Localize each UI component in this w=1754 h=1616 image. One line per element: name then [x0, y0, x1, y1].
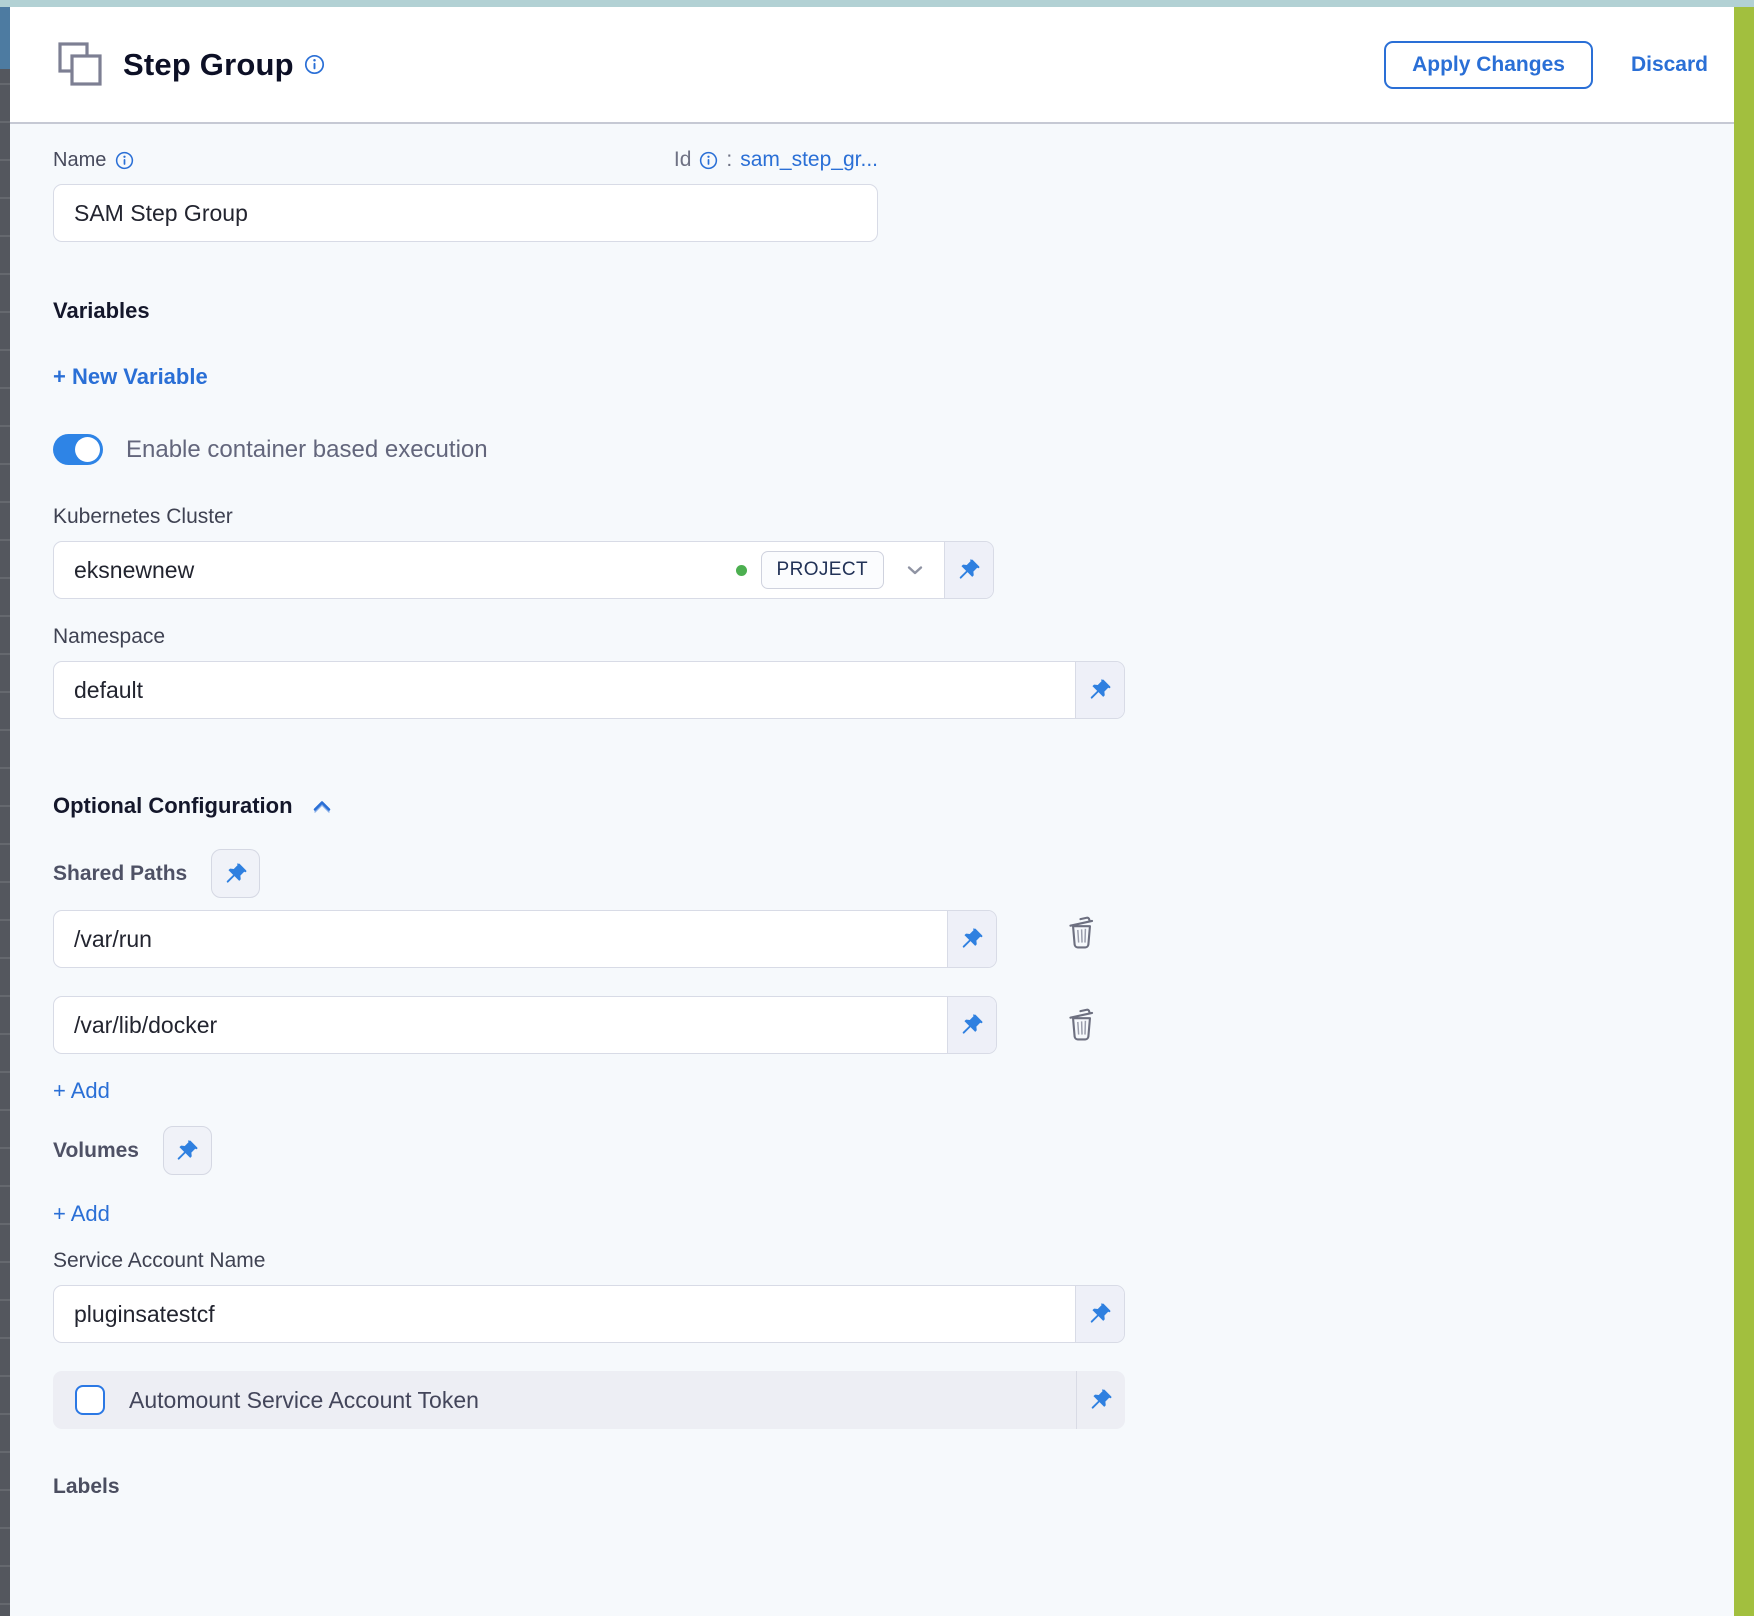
pushpin-icon: [1088, 1302, 1112, 1326]
service-account-input[interactable]: [54, 1286, 1075, 1342]
namespace-input[interactable]: [54, 662, 1075, 718]
shared-path-1-pin-button[interactable]: [947, 911, 996, 967]
trash-icon: [1065, 913, 1098, 951]
labels-section-label: Labels: [53, 1475, 1734, 1499]
left-edge-accent: [0, 7, 10, 69]
variables-section-title: Variables: [53, 298, 1734, 324]
right-edge-minimap: [1734, 7, 1754, 1616]
pushpin-icon: [960, 1013, 984, 1037]
name-label: Name: [53, 149, 106, 172]
kubernetes-cluster-label: Kubernetes Cluster: [53, 505, 1734, 529]
name-id-row: Name Id : sam_step_gr...: [53, 148, 878, 172]
id-info-icon[interactable]: [699, 151, 718, 170]
service-account-field-group: [53, 1285, 1125, 1343]
id-display: Id : sam_step_gr...: [674, 148, 878, 172]
toggle-knob: [75, 437, 100, 462]
automount-label: Automount Service Account Token: [129, 1387, 479, 1414]
chevron-down-icon: [904, 559, 926, 581]
container-execution-row: Enable container based execution: [53, 434, 1734, 465]
volumes-label: Volumes: [53, 1139, 139, 1163]
automount-row: Automount Service Account Token: [53, 1371, 1125, 1429]
shared-path-row: [53, 996, 1734, 1054]
discard-button[interactable]: Discard: [1631, 53, 1708, 77]
namespace-pin-button[interactable]: [1075, 662, 1124, 718]
connector-status-dot: [736, 565, 747, 576]
title-info-icon[interactable]: [304, 54, 325, 75]
service-account-pin-button[interactable]: [1075, 1286, 1124, 1342]
name-field-group: [53, 184, 878, 242]
pushpin-icon: [175, 1139, 199, 1163]
optional-configuration-title: Optional Configuration: [53, 793, 293, 819]
volumes-pin-button[interactable]: [163, 1126, 212, 1175]
apply-changes-button[interactable]: Apply Changes: [1384, 41, 1593, 89]
trash-icon: [1065, 1005, 1098, 1043]
shared-path-1-delete-button[interactable]: [1061, 909, 1102, 958]
namespace-label: Namespace: [53, 625, 1734, 649]
shared-paths-pin-button[interactable]: [211, 849, 260, 898]
id-label: Id: [674, 148, 692, 172]
top-accent-bar: [0, 0, 1754, 7]
id-separator: :: [726, 148, 732, 172]
scope-badge: PROJECT: [761, 551, 884, 589]
shared-path-2-pin-button[interactable]: [947, 997, 996, 1053]
name-input[interactable]: [54, 185, 877, 241]
new-variable-link[interactable]: + New Variable: [53, 364, 208, 390]
volumes-add-link[interactable]: + Add: [53, 1201, 110, 1227]
kubernetes-cluster-input[interactable]: [54, 542, 736, 598]
shared-path-field-group: [53, 996, 997, 1054]
pushpin-icon: [1089, 1388, 1113, 1412]
id-value-link[interactable]: sam_step_gr...: [740, 148, 878, 172]
automount-checkbox[interactable]: [75, 1385, 105, 1415]
shared-path-input-1[interactable]: [54, 911, 947, 967]
shared-path-2-delete-button[interactable]: [1061, 1001, 1102, 1050]
shared-paths-add-link[interactable]: + Add: [53, 1078, 110, 1104]
left-edge-gutter: [0, 7, 10, 1616]
service-account-label: Service Account Name: [53, 1249, 1734, 1273]
optional-configuration-header: Optional Configuration: [53, 793, 1734, 819]
page-title: Step Group: [123, 47, 294, 83]
container-execution-toggle[interactable]: [53, 434, 103, 465]
cluster-pin-button[interactable]: [944, 542, 993, 598]
namespace-field-group: [53, 661, 1125, 719]
pushpin-icon: [224, 862, 248, 886]
cluster-dropdown-chevron[interactable]: [898, 555, 932, 585]
volumes-header: Volumes: [53, 1126, 1734, 1175]
chevron-up-icon[interactable]: [309, 793, 335, 819]
container-execution-label: Enable container based execution: [126, 436, 488, 464]
shared-path-row: [53, 898, 1734, 968]
drawer-header: Step Group Apply Changes Discard: [10, 7, 1734, 124]
pushpin-icon: [960, 927, 984, 951]
screen: Step Group Apply Changes Discard Name Id…: [0, 0, 1754, 1616]
pushpin-icon: [1088, 678, 1112, 702]
automount-pin-button[interactable]: [1076, 1371, 1125, 1429]
drawer-body: Name Id : sam_step_gr... Variables + New…: [10, 124, 1734, 1499]
kubernetes-cluster-field-group: PROJECT: [53, 541, 994, 599]
step-group-drawer: Step Group Apply Changes Discard Name Id…: [10, 7, 1734, 1616]
name-label-wrap: Name: [53, 149, 134, 172]
name-info-icon[interactable]: [115, 151, 134, 170]
shared-paths-label: Shared Paths: [53, 862, 187, 886]
shared-paths-header: Shared Paths: [53, 849, 1734, 898]
shared-path-field-group: [53, 910, 997, 968]
cluster-adornments: PROJECT: [736, 542, 944, 598]
shared-path-input-2[interactable]: [54, 997, 947, 1053]
step-group-icon: [55, 39, 107, 91]
pushpin-icon: [957, 558, 981, 582]
